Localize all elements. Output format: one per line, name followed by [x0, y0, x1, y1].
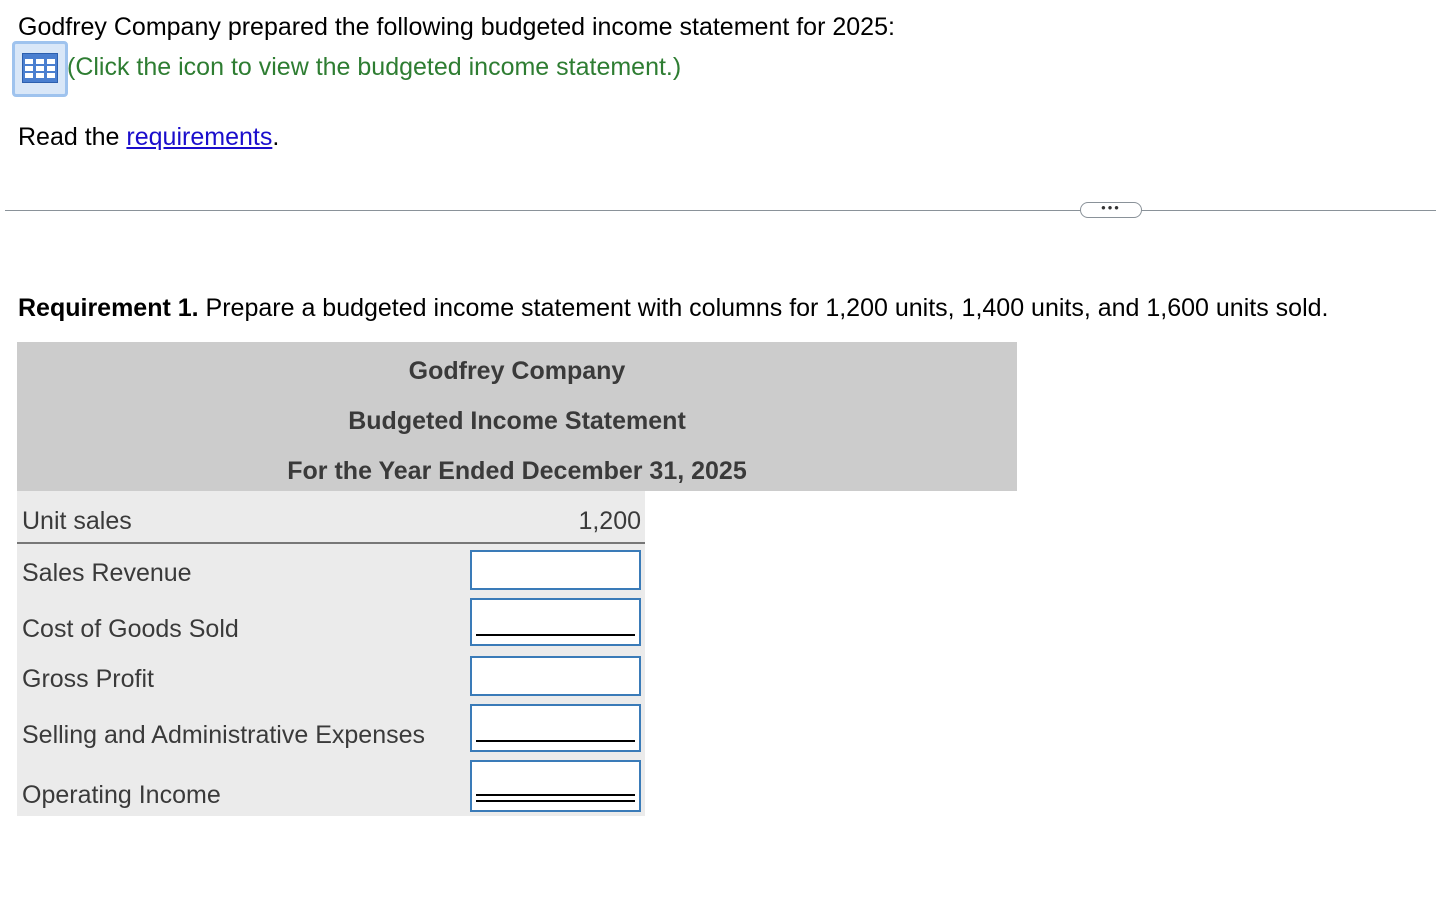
statement-company: Godfrey Company [408, 357, 626, 385]
requirement-label: Requirement 1. [18, 294, 199, 322]
view-statement-link[interactable]: (Click the icon to view the budgeted inc… [67, 52, 681, 82]
read-prefix: Read the [18, 123, 127, 151]
problem-statement: Godfrey Company prepared the following b… [18, 13, 895, 41]
read-suffix: . [272, 123, 280, 151]
gross-profit-input[interactable] [470, 656, 641, 696]
selling-admin-expenses-label: Selling and Administrative Expenses [22, 721, 426, 749]
requirement-1-text: Requirement 1. Prepare a budgeted income… [18, 293, 1328, 323]
section-divider [5, 210, 1436, 211]
table-grid-icon[interactable] [12, 41, 68, 97]
subtotal-underline [476, 740, 635, 742]
table-grid-icon-graphic [22, 53, 58, 83]
statement-period: For the Year Ended December 31, 2025 [287, 457, 747, 485]
cost-of-goods-sold-input[interactable] [470, 598, 641, 646]
unit-sales-label: Unit sales [22, 507, 132, 535]
unit-sales-value: 1,200 [578, 507, 641, 535]
operating-income-input[interactable] [470, 760, 641, 812]
subtotal-underline [476, 634, 635, 636]
units-underline [17, 542, 645, 544]
gross-profit-label: Gross Profit [22, 665, 154, 693]
requirement-instructions: Prepare a budgeted income statement with… [198, 294, 1329, 322]
requirements-link[interactable]: requirements [126, 123, 272, 151]
sales-revenue-input[interactable] [470, 550, 641, 590]
statement-title: Budgeted Income Statement [348, 407, 686, 435]
more-options-button[interactable]: ••• [1080, 201, 1142, 218]
operating-income-label: Operating Income [22, 781, 221, 809]
sales-revenue-label: Sales Revenue [22, 559, 192, 587]
total-double-underline [476, 794, 635, 802]
selling-admin-expenses-input[interactable] [470, 704, 641, 752]
cost-of-goods-sold-label: Cost of Goods Sold [22, 615, 239, 643]
read-requirements-line: Read the requirements. [18, 122, 279, 152]
